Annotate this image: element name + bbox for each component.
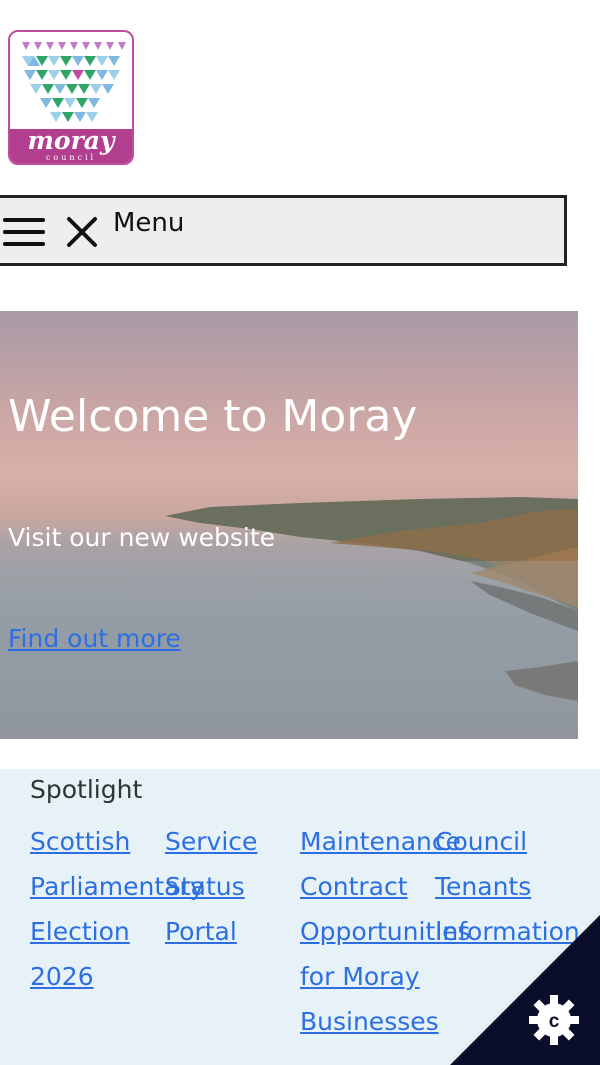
spotlight-item: Scottish Parliamentary Election 2026 [30,819,205,999]
svg-text:c: c [549,1011,560,1032]
close-icon [67,217,97,247]
hamburger-icon [3,218,45,248]
menu-label: Menu [113,208,185,238]
find-out-more-link[interactable]: Find out more [8,624,181,653]
hero-title: Welcome to Moray [8,391,418,442]
site-logo[interactable]: moray council [8,30,134,165]
spotlight-item: Maintenance Contract Opportunities for M… [300,819,471,1044]
logo-word: moray [27,126,115,155]
hero-banner: Welcome to Moray Visit our new website F… [0,311,578,739]
cookie-settings-button[interactable]: c [450,915,600,1065]
hero-subtitle: Visit our new website [8,523,276,552]
spotlight-item: Service Status Portal [165,819,275,954]
spotlight-link-service-status[interactable]: Service Status Portal [165,827,257,946]
logo-triangles [22,42,126,122]
menu-toggle-button[interactable]: Menu [0,195,567,266]
logo-wordmark: moray council [10,126,132,163]
spotlight-heading: Spotlight [30,775,143,804]
cookie-settings-icon: c [529,995,579,1045]
